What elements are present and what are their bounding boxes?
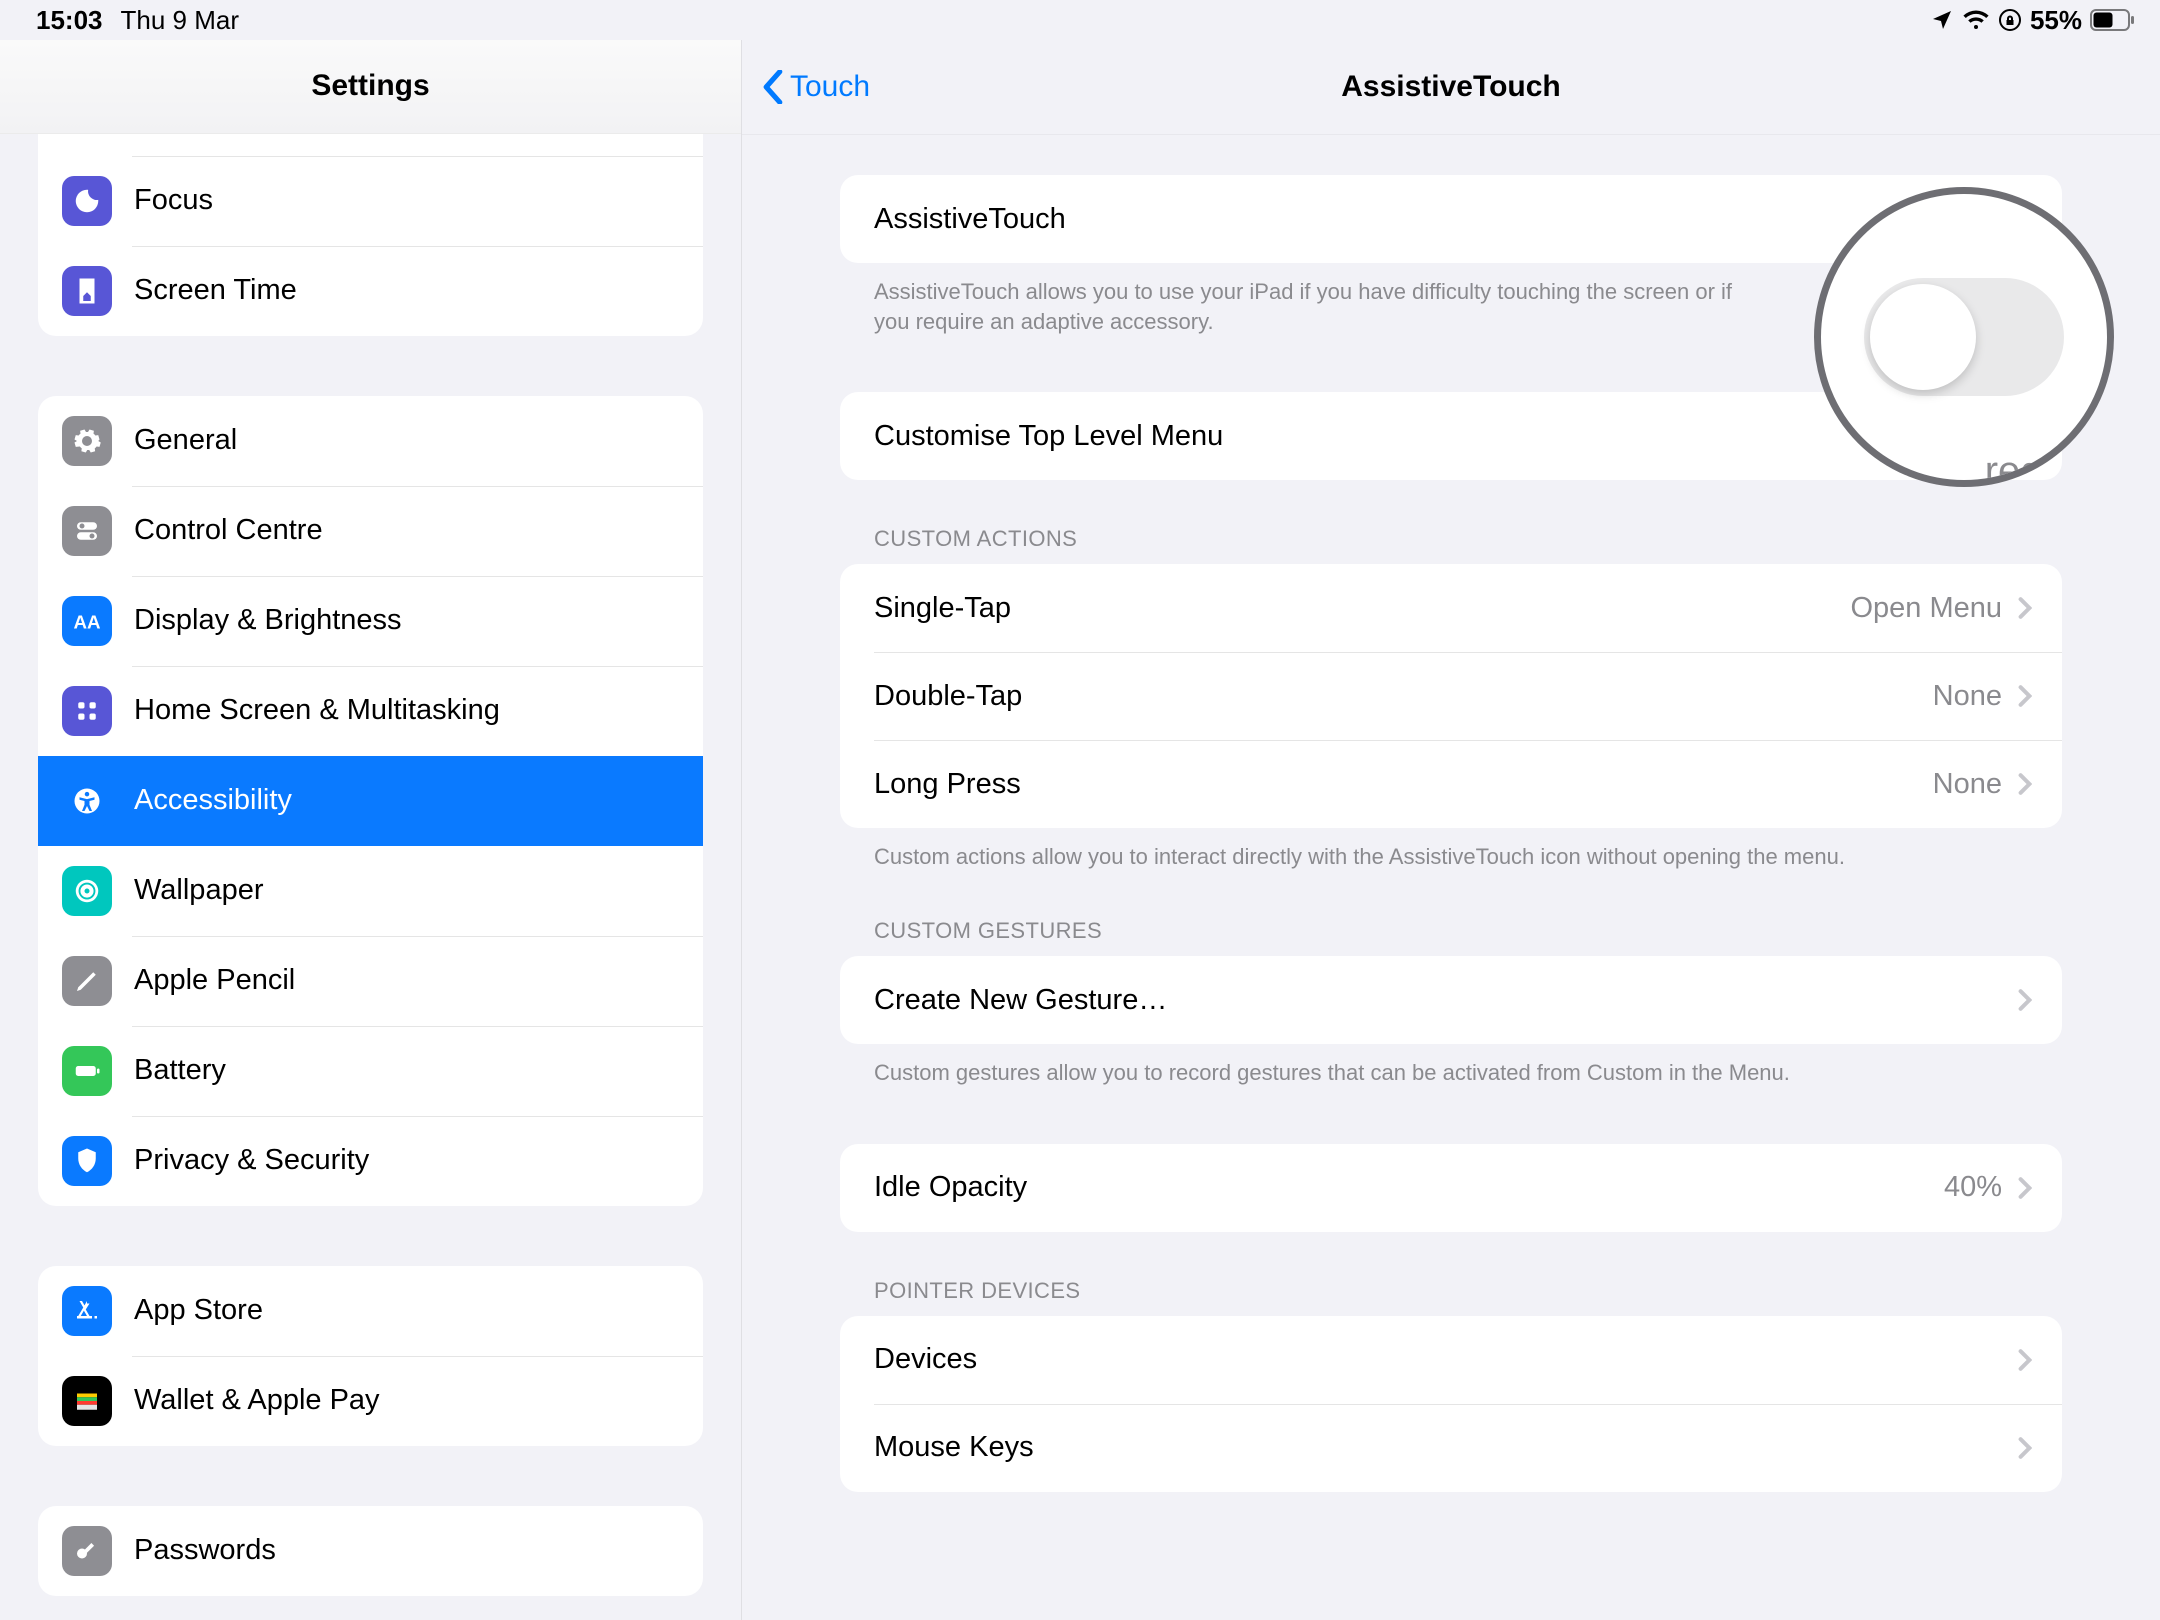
status-right: 55% [1930,5,2136,36]
sidebar-item-label: Control Centre [134,514,323,547]
sidebar-item-label: Focus [134,184,213,217]
sidebar-item-label: Accessibility [134,784,292,817]
sidebar-item-label: Wallet & Apple Pay [134,1384,380,1417]
row-label: Idle Opacity [874,1171,1027,1204]
page-title: AssistiveTouch [1341,70,1561,104]
status-time: 15:03 [36,5,103,36]
sidebar-item-control-centre[interactable]: Control Centre [38,486,703,576]
sidebar-item-label: Display & Brightness [134,604,402,637]
orientation-lock-icon [1998,8,2022,32]
row-single-tap[interactable]: Single-Tap Open Menu [840,564,2062,652]
sidebar-title: Settings [0,40,741,134]
privacy-icon [62,1136,112,1186]
chevron-right-icon [2018,1349,2032,1371]
sidebar-item-label: Wallpaper [134,874,263,907]
chevron-right-icon [2018,597,2032,619]
row-value: Open Menu [1850,592,2002,625]
sidebar-item-wallet[interactable]: Wallet & Apple Pay [38,1356,703,1446]
magnified-toggle [1864,278,2064,396]
chevron-right-icon [2018,1177,2032,1199]
chevron-right-icon [2018,1437,2032,1459]
row-value: None [1933,768,2002,801]
app-store-icon [62,1286,112,1336]
sidebar-item-label: Passwords [134,1534,276,1567]
pencil-icon [62,956,112,1006]
sidebar-item-general[interactable]: General [38,396,703,486]
row-idle-opacity[interactable]: Idle Opacity 40% [840,1144,2062,1232]
callout-magnifier: requir [1814,187,2114,487]
sidebar-item-pencil[interactable]: Apple Pencil [38,936,703,1026]
section-footer: Custom gestures allow you to record gest… [840,1044,2062,1088]
wallpaper-icon [62,866,112,916]
back-label: Touch [790,70,870,104]
battery-settings-icon [62,1046,112,1096]
section-header: Pointer Devices [840,1232,2062,1316]
focus-icon [62,176,112,226]
key-icon [62,1526,112,1576]
screen-time-icon [62,266,112,316]
row-label: Devices [874,1343,977,1376]
svg-text:AA: AA [73,611,101,632]
row-label: AssistiveTouch [874,203,1066,236]
sidebar-item-label: Apple Pencil [134,964,295,997]
chevron-right-icon [2018,989,2032,1011]
display-icon: AA [62,596,112,646]
status-date: Thu 9 Mar [121,5,240,36]
chevron-right-icon [2018,685,2032,707]
sidebar-item-label: Battery [134,1054,226,1087]
section-header: Custom Actions [840,480,2062,564]
row-label: Customise Top Level Menu [874,420,1223,453]
sidebar: Settings Sounds Focus Screen Time [0,40,742,1620]
row-double-tap[interactable]: Double-Tap None [840,652,2062,740]
sidebar-item-label: Privacy & Security [134,1144,369,1177]
sidebar-item-wallpaper[interactable]: Wallpaper [38,846,703,936]
wifi-icon [1962,9,1990,31]
sidebar-item-label: Screen Time [134,274,297,307]
sidebar-item-accessibility[interactable]: Accessibility [38,756,703,846]
row-value: 40% [1944,1171,2002,1204]
sidebar-item-app-store[interactable]: App Store [38,1266,703,1356]
row-label: Double-Tap [874,680,1022,713]
sidebar-item-sounds[interactable]: Sounds [38,134,703,156]
location-icon [1930,8,1954,32]
sidebar-item-screen-time[interactable]: Screen Time [38,246,703,336]
chevron-right-icon [2018,773,2032,795]
row-value: None [1933,680,2002,713]
home-screen-icon [62,686,112,736]
row-label: Long Press [874,768,1021,801]
row-label: Create New Gesture… [874,984,1167,1017]
row-mouse-keys[interactable]: Mouse Keys [840,1404,2062,1492]
row-create-gesture[interactable]: Create New Gesture… [840,956,2062,1044]
row-label: Single-Tap [874,592,1011,625]
row-label: Mouse Keys [874,1431,1034,1464]
sidebar-item-privacy[interactable]: Privacy & Security [38,1116,703,1206]
sidebar-item-passwords[interactable]: Passwords [38,1506,703,1596]
sidebar-item-label: Home Screen & Multitasking [134,694,500,727]
battery-icon [2090,9,2136,31]
row-devices[interactable]: Devices [840,1316,2062,1404]
sidebar-item-label: App Store [134,1294,263,1327]
wallet-icon [62,1376,112,1426]
sidebar-item-home-screen[interactable]: Home Screen & Multitasking [38,666,703,756]
sidebar-item-focus[interactable]: Focus [38,156,703,246]
section-footer: Custom actions allow you to interact dir… [840,828,2062,872]
sidebar-item-display[interactable]: AA Display & Brightness [38,576,703,666]
row-long-press[interactable]: Long Press None [840,740,2062,828]
back-button[interactable]: Touch [762,70,870,104]
status-bar: 15:03 Thu 9 Mar 55% [0,0,2160,40]
control-centre-icon [62,506,112,556]
detail-pane: Touch AssistiveTouch requir AssistiveTou… [742,40,2160,1620]
accessibility-icon [62,776,112,826]
gear-icon [62,416,112,466]
section-header: Custom Gestures [840,872,2062,956]
chevron-left-icon [762,70,784,104]
sidebar-item-label: General [134,424,237,457]
battery-percent: 55% [2030,5,2082,36]
sidebar-item-battery[interactable]: Battery [38,1026,703,1116]
